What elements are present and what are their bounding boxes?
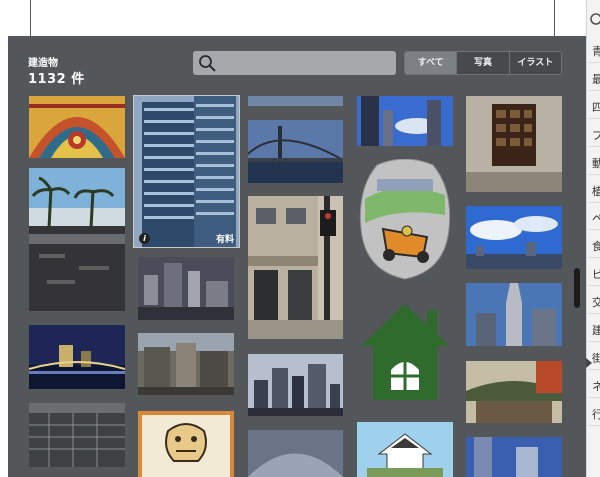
gallery-tile-night-bridge[interactable] — [29, 325, 125, 389]
sidebar-category-item[interactable]: プ — [587, 120, 600, 147]
gallery-tile-city-top[interactable] — [248, 96, 343, 106]
sidebar-category-label: プ — [592, 127, 600, 143]
sidebar-category-item[interactable]: 交 — [587, 287, 600, 315]
gallery-tile-stone-window[interactable] — [466, 96, 562, 192]
gallery-tile-bridge[interactable] — [248, 120, 343, 183]
sidebar-category-label: 交 — [592, 294, 600, 310]
sidebar-category-item[interactable]: 四 — [587, 92, 600, 119]
filter-all-button[interactable]: すべて — [405, 52, 458, 74]
gallery-tile-temple-roof[interactable] — [466, 361, 562, 423]
sidebar-category-label: ネ — [592, 378, 600, 394]
sidebar-category-label: 最 — [592, 71, 600, 87]
guide-line-left — [30, 0, 31, 36]
sidebar-category-item[interactable]: 青 — [587, 36, 600, 63]
sidebar-category-label: 四 — [592, 99, 600, 115]
gallery-panel: 建造物 1132 件 すべて 写真 イラスト i 有料 — [8, 36, 586, 477]
sidebar-category-label: 建 — [592, 322, 600, 338]
guide-line-right — [554, 0, 555, 36]
filter-photo-button[interactable]: 写真 — [457, 52, 510, 74]
paid-badge: 有料 — [215, 235, 234, 245]
sidebar-category-label: 青 — [592, 43, 600, 59]
gallery-tile-skyscraper-selected[interactable]: i 有料 — [133, 95, 240, 248]
sidebar-category-label: ビ — [592, 266, 600, 282]
gallery-tile-shisa-illustration[interactable] — [138, 411, 234, 477]
sidebar-category-item[interactable]: ネ — [587, 371, 600, 398]
sidebar-category-item[interactable]: ビ — [587, 259, 600, 287]
gallery-tile-glass-towers[interactable] — [466, 437, 562, 477]
gallery-tile-city-skyline[interactable] — [248, 354, 343, 416]
gallery-tile-beach-cafe[interactable] — [29, 168, 125, 311]
gallery-tile-ornament[interactable] — [29, 96, 125, 158]
gallery-tile-house-icon[interactable] — [357, 300, 453, 404]
sidebar-category-item[interactable]: 建 — [587, 315, 600, 342]
sidebar-category-item[interactable]: 動 — [587, 148, 600, 175]
gallery-tile-towers-sky[interactable] — [357, 96, 453, 146]
gallery-tile-office-glass[interactable] — [29, 403, 125, 467]
gallery-tile-city-aerial[interactable] — [138, 257, 234, 320]
search-icon[interactable] — [588, 12, 600, 28]
sidebar-category-label: ペ — [592, 210, 600, 226]
filter-illustration-button[interactable]: イラスト — [510, 52, 561, 74]
gallery-tile-racecar-illustration[interactable] — [357, 159, 453, 282]
info-icon[interactable]: i — [139, 233, 150, 244]
result-count: 1132 件 — [28, 72, 85, 87]
sidebar-category-label: 街 — [592, 350, 600, 366]
gallery-tile-storefront[interactable] — [248, 196, 343, 339]
sidebar-category-item[interactable]: 食 — [587, 231, 600, 259]
search-icon — [199, 55, 216, 72]
scrollbar-thumb[interactable] — [574, 268, 580, 308]
gallery-tile-skyline-clouds[interactable] — [466, 206, 562, 269]
category-sidebar: 青最四プ動植ペ食ビ交建街ネ行 — [586, 0, 600, 477]
filter-toggle-group: すべて 写真 イラスト — [404, 51, 562, 75]
sidebar-category-label: 行 — [592, 406, 600, 422]
sidebar-category-item[interactable]: ペ — [587, 203, 600, 231]
sidebar-category-label: 食 — [592, 238, 600, 254]
sidebar-category-item[interactable]: 最 — [587, 64, 600, 91]
sidebar-category-item[interactable]: 植 — [587, 176, 600, 203]
gallery-tile-old-town[interactable] — [138, 333, 234, 395]
sidebar-category-item[interactable]: 行 — [587, 399, 600, 426]
gallery-tile-castle-illustration[interactable] — [357, 422, 453, 477]
sidebar-category-label: 動 — [592, 155, 600, 171]
sidebar-category-label: 植 — [592, 183, 600, 199]
search-input[interactable] — [221, 53, 395, 75]
category-title: 建造物 — [28, 58, 58, 69]
gallery-tile-chrysler-tower[interactable] — [466, 283, 562, 346]
gallery-tile-dome[interactable] — [248, 430, 343, 477]
selected-category-arrow-icon — [586, 358, 592, 368]
search-field[interactable] — [193, 51, 396, 75]
